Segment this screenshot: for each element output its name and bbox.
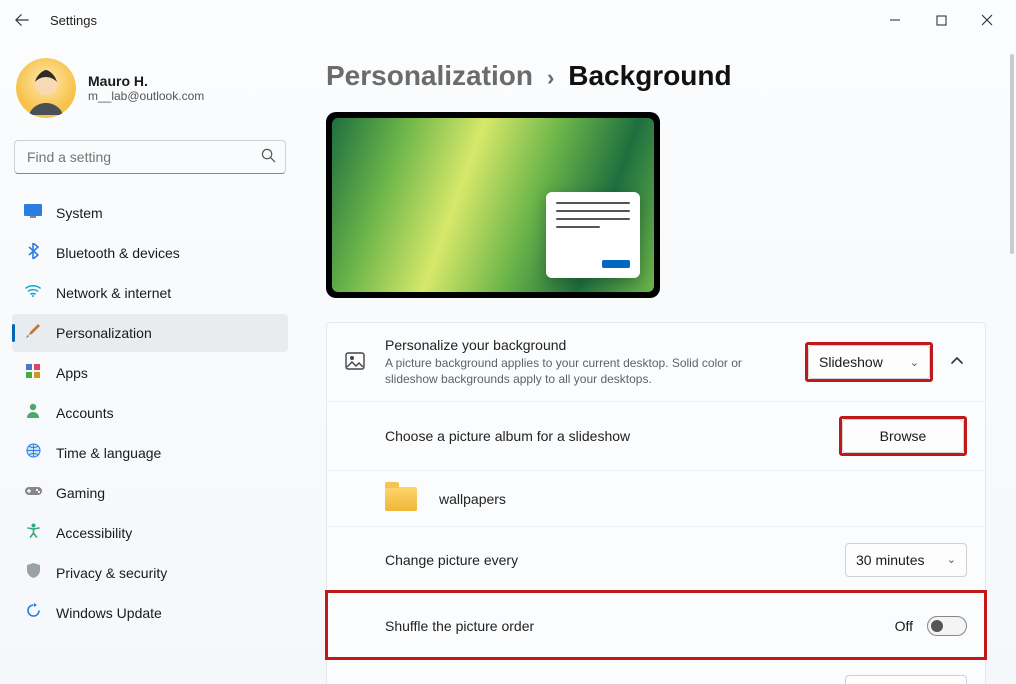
personalize-desc: A picture background applies to your cur… <box>385 355 787 387</box>
shuffle-title: Shuffle the picture order <box>385 618 877 634</box>
bluetooth-icon <box>24 243 42 264</box>
minimize-icon <box>889 14 901 26</box>
account-card[interactable]: Mauro H. m__lab@outlook.com <box>12 52 288 128</box>
sidebar-item-network[interactable]: Network & internet <box>12 274 288 312</box>
maximize-button[interactable] <box>918 4 964 36</box>
sidebar-item-label: Accounts <box>56 405 114 421</box>
apps-icon <box>24 364 42 383</box>
sidebar-item-privacy[interactable]: Privacy & security <box>12 554 288 592</box>
fit-dropdown[interactable]: Fill ⌄ <box>845 675 967 684</box>
background-mode-dropdown[interactable]: Slideshow ⌄ <box>808 345 930 379</box>
sidebar-item-system[interactable]: System <box>12 194 288 232</box>
sidebar-item-label: Accessibility <box>56 525 132 541</box>
account-name: Mauro H. <box>88 73 204 89</box>
sidebar: Mauro H. m__lab@outlook.com System Bluet… <box>0 40 300 684</box>
image-icon <box>345 352 367 373</box>
sidebar-item-label: Personalization <box>56 325 152 341</box>
chevron-down-icon: ⌄ <box>947 553 956 566</box>
search-input[interactable] <box>14 140 286 174</box>
sidebar-item-label: System <box>56 205 103 221</box>
album-entry[interactable]: wallpapers <box>327 470 985 526</box>
chevron-down-icon: ⌄ <box>910 356 919 369</box>
interval-dropdown[interactable]: 30 minutes ⌄ <box>845 543 967 577</box>
chevron-up-icon <box>950 354 964 368</box>
folder-icon <box>385 487 417 511</box>
sidebar-item-label: Bluetooth & devices <box>56 245 180 261</box>
shuffle-state: Off <box>895 618 913 634</box>
nav-list: System Bluetooth & devices Network & int… <box>12 194 288 632</box>
chevron-right-icon: › <box>547 65 554 91</box>
gaming-icon <box>24 484 42 502</box>
titlebar: Settings <box>0 0 1016 40</box>
sidebar-item-personalization[interactable]: Personalization <box>12 314 288 352</box>
browse-button[interactable]: Browse <box>842 419 964 453</box>
sidebar-item-apps[interactable]: Apps <box>12 354 288 392</box>
sidebar-item-label: Apps <box>56 365 88 381</box>
sidebar-item-accounts[interactable]: Accounts <box>12 394 288 432</box>
avatar <box>16 58 76 118</box>
breadcrumb-parent[interactable]: Personalization <box>326 60 533 92</box>
dropdown-value: 30 minutes <box>856 552 924 568</box>
sidebar-item-gaming[interactable]: Gaming <box>12 474 288 512</box>
globe-icon <box>24 443 42 463</box>
album-name: wallpapers <box>439 491 506 507</box>
close-button[interactable] <box>964 4 1010 36</box>
sidebar-item-label: Gaming <box>56 485 105 501</box>
personalize-title: Personalize your background <box>385 337 787 353</box>
brush-icon <box>24 323 42 344</box>
display-icon <box>24 204 42 223</box>
sidebar-item-update[interactable]: Windows Update <box>12 594 288 632</box>
accessibility-icon <box>24 523 42 543</box>
account-email: m__lab@outlook.com <box>88 89 204 103</box>
collapse-button[interactable] <box>947 354 967 371</box>
content-area: Personalization › Background <box>300 40 1016 684</box>
sidebar-item-bluetooth[interactable]: Bluetooth & devices <box>12 234 288 272</box>
preview-window-icon <box>546 192 640 278</box>
sidebar-item-time[interactable]: Time & language <box>12 434 288 472</box>
search-box <box>14 140 286 174</box>
scrollbar[interactable] <box>1010 54 1014 254</box>
update-icon <box>24 603 42 623</box>
sidebar-item-accessibility[interactable]: Accessibility <box>12 514 288 552</box>
sidebar-item-label: Privacy & security <box>56 565 167 581</box>
personalize-card: Personalize your background A picture ba… <box>326 322 986 684</box>
sidebar-item-label: Network & internet <box>56 285 171 301</box>
breadcrumb: Personalization › Background <box>326 60 986 92</box>
shield-icon <box>24 563 42 583</box>
person-icon <box>24 403 42 423</box>
wifi-icon <box>24 284 42 302</box>
album-title: Choose a picture album for a slideshow <box>385 428 821 444</box>
dropdown-value: Slideshow <box>819 354 883 370</box>
shuffle-row: Shuffle the picture order Off <box>327 592 985 658</box>
search-icon <box>261 148 276 166</box>
shuffle-toggle[interactable] <box>927 616 967 636</box>
background-preview <box>326 112 660 298</box>
close-icon <box>981 14 993 26</box>
interval-title: Change picture every <box>385 552 827 568</box>
sidebar-item-label: Time & language <box>56 445 161 461</box>
minimize-button[interactable] <box>872 4 918 36</box>
breadcrumb-current: Background <box>568 60 731 92</box>
arrow-left-icon <box>15 13 29 27</box>
maximize-icon <box>936 15 947 26</box>
sidebar-item-label: Windows Update <box>56 605 162 621</box>
window-title: Settings <box>50 13 97 28</box>
back-button[interactable] <box>6 4 38 36</box>
